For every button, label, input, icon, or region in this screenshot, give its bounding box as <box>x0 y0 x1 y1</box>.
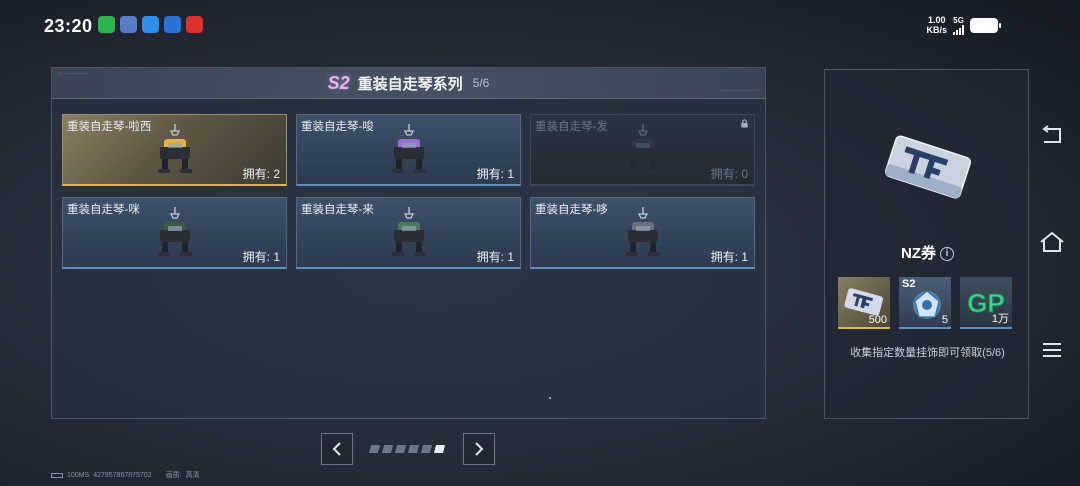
ping: 100MS <box>67 471 90 479</box>
player-id: 427957867875702 <box>93 471 152 479</box>
clock: 23:20 <box>44 16 93 36</box>
reward-item[interactable]: GP 1万 <box>960 277 1012 329</box>
card-name: 重装自走琴-来 <box>301 204 374 216</box>
collection-card[interactable]: 重装自走琴-咪 拥有: 1 <box>62 197 287 269</box>
collection-card[interactable]: 重装自走琴-唆 拥有: 1 <box>296 114 521 186</box>
quality-value: 高清 <box>185 472 200 479</box>
menu-icon <box>1043 343 1061 357</box>
back-icon <box>1042 125 1061 143</box>
net-speed: 1.00 KB/s <box>926 15 947 35</box>
decoration-dot <box>549 397 551 399</box>
pendant-robot-image <box>626 207 660 256</box>
collection-card[interactable]: 重装自走琴-发 拥有: 0 <box>530 114 755 186</box>
collection-card[interactable]: 重装自走琴-啦西 拥有: 2 <box>62 114 287 186</box>
page-dot[interactable] <box>368 445 381 453</box>
info-icon[interactable]: i <box>940 247 954 261</box>
card-owned-count: 拥有: 1 <box>242 250 280 264</box>
status-bar: 23:20 1.00 KB/s 5G <box>0 0 1080 52</box>
pager <box>321 433 495 465</box>
collection-header: ▭ ─ ───── S2 重装自走琴系列 5/6 ───── ──── ─ <box>52 68 765 99</box>
reward-item[interactable]: 500 <box>838 277 890 329</box>
card-name: 重装自走琴-哆 <box>535 204 608 216</box>
page-indicator <box>368 445 446 453</box>
shop-icon <box>186 16 203 33</box>
battery-icon <box>970 17 1001 33</box>
wechat-icon <box>98 16 115 33</box>
season-badge: S2 <box>327 72 350 93</box>
item-grid: 重装自走琴-啦西 拥有: 2 重装自走琴-唆 拥有: 1 重装自走琴-发 拥有:… <box>62 114 755 269</box>
header-decoration: ───── ──── ─ <box>720 88 759 94</box>
page-dot[interactable] <box>407 445 420 453</box>
pendant-robot-image <box>626 124 660 173</box>
page-dot[interactable] <box>433 445 446 453</box>
next-page-button[interactable] <box>463 433 495 465</box>
card-owned-count: 拥有: 0 <box>710 167 748 181</box>
card-owned-count: 拥有: 1 <box>476 167 514 181</box>
reward-tag: S2 <box>902 278 916 290</box>
message-icon <box>142 16 159 33</box>
card-owned-count: 拥有: 1 <box>710 250 748 264</box>
card-name: 重装自走琴-唆 <box>301 121 374 133</box>
battery-small-icon <box>51 472 63 478</box>
nz-ticket-icon <box>884 135 972 199</box>
card-owned-count: 拥有: 2 <box>242 167 280 181</box>
reward-item[interactable]: S2 5 <box>899 277 951 329</box>
collection-card[interactable]: 重装自走琴-哆 拥有: 1 <box>530 197 755 269</box>
footer-info: 100MS 427957867875702 画质: 高清 <box>51 470 200 480</box>
back-button[interactable] <box>1036 120 1068 150</box>
reward-title: NZ券 i <box>825 242 1030 263</box>
lock-icon <box>741 119 748 128</box>
collection-card[interactable]: 重装自走琴-来 拥有: 1 <box>296 197 521 269</box>
pendant-robot-image <box>392 124 426 173</box>
collection-panel: ▭ ─ ───── S2 重装自走琴系列 5/6 ───── ──── ─ 重装… <box>51 67 766 419</box>
reward-count: 1万 <box>991 313 1009 325</box>
collection-progress: 5/6 <box>472 76 490 90</box>
chevron-left-icon <box>332 442 341 456</box>
chevron-right-icon <box>475 442 484 456</box>
card-name: 重装自走琴-咪 <box>67 204 140 216</box>
pendant-robot-image <box>158 124 192 173</box>
card-name: 重装自走琴-啦西 <box>67 121 152 133</box>
pendant-robot-image <box>158 207 192 256</box>
header-decoration: ▭ ─ ───── <box>58 71 87 77</box>
quality-label: 画质: <box>165 472 182 479</box>
card-owned-count: 拥有: 1 <box>476 250 514 264</box>
prev-page-button[interactable] <box>321 433 353 465</box>
page-dot[interactable] <box>420 445 433 453</box>
home-icon <box>1040 231 1064 252</box>
app-icon <box>120 16 137 33</box>
reward-panel: NZ券 i 500 S2 5 GP 1万 收集指定数量挂饰即可领取(5/6) <box>824 69 1029 419</box>
signal-icon: 5G <box>953 16 964 35</box>
reward-count: 500 <box>868 314 887 326</box>
card-name: 重装自走琴-发 <box>535 121 608 133</box>
reward-description: 收集指定数量挂饰即可领取(5/6) <box>850 347 1005 359</box>
collection-title: 重装自走琴系列 <box>357 75 463 93</box>
pendant-robot-image <box>392 207 426 256</box>
page-dot[interactable] <box>381 445 394 453</box>
home-button[interactable] <box>1036 227 1068 257</box>
page-dot[interactable] <box>394 445 407 453</box>
chat-icon <box>164 16 181 33</box>
notification-icons <box>98 16 203 33</box>
reward-count: 5 <box>941 314 948 326</box>
menu-button[interactable] <box>1036 335 1068 365</box>
